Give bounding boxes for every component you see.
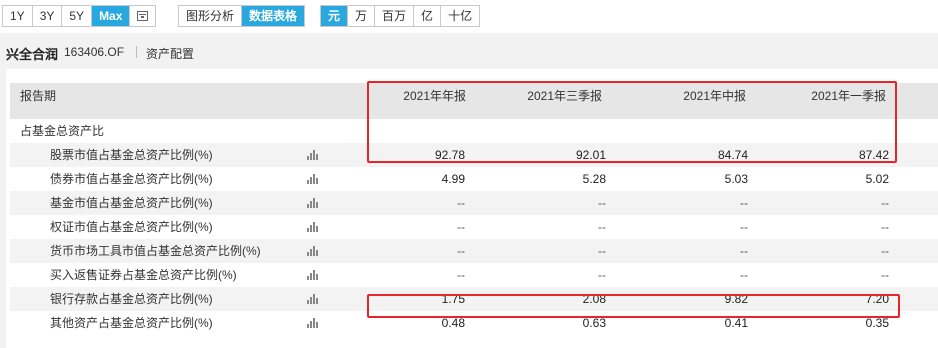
bar-chart-icon[interactable] xyxy=(307,150,318,160)
bar-chart-icon[interactable] xyxy=(307,294,318,304)
page-title: 资产配置 xyxy=(146,47,195,61)
table-cell: 0.48 xyxy=(441,316,465,330)
row-label: 股票市值占基金总资产比例(%) xyxy=(50,148,213,162)
table-cell: 1.75 xyxy=(441,292,465,306)
data-table-tab[interactable]: 数据表格 xyxy=(242,6,305,26)
table-row: 货币市场工具市值占基金总资产比例(%) -- -- -- -- xyxy=(10,239,938,263)
bar-chart-icon[interactable] xyxy=(307,174,318,184)
range-3y-button[interactable]: 3Y xyxy=(33,6,63,26)
row-label: 债券市值占基金总资产比例(%) xyxy=(50,172,213,186)
table-row: 其他资产占基金总资产比例(%) 0.48 0.63 0.41 0.35 xyxy=(10,311,938,335)
table-header: 报告期 2021年年报 2021年三季报 2021年中报 2021年一季报 xyxy=(10,83,938,119)
table-cell: -- xyxy=(457,196,465,210)
table-cell: -- xyxy=(598,268,606,282)
table-cell: -- xyxy=(740,220,748,234)
unit-wan-button[interactable]: 万 xyxy=(348,6,376,26)
view-button-group: 图形分析 数据表格 xyxy=(178,5,306,27)
table-cell: -- xyxy=(598,196,606,210)
column-header-2021-q1[interactable]: 2021年一季报 xyxy=(756,87,886,104)
bar-chart-icon[interactable] xyxy=(307,246,318,256)
table-cell: -- xyxy=(457,244,465,258)
unit-shiyi-button[interactable]: 十亿 xyxy=(441,6,479,26)
column-header-2021-q3[interactable]: 2021年三季报 xyxy=(472,87,602,104)
table-cell: 4.99 xyxy=(441,172,465,186)
range-max-button[interactable]: Max xyxy=(92,6,131,26)
toolbar: 1Y 3Y 5Y Max 图形分析 数据表格 元 万 百万 亿 十亿 xyxy=(0,0,938,33)
table-row: 股票市值占基金总资产比例(%) 92.78 92.01 84.74 87.42 xyxy=(10,143,938,167)
group-row: 占基金总资产比 xyxy=(10,119,938,143)
unit-baiwan-button[interactable]: 百万 xyxy=(375,6,415,26)
table-row: 债券市值占基金总资产比例(%) 4.99 5.28 5.03 5.02 xyxy=(10,167,938,191)
row-label: 货币市场工具市值占基金总资产比例(%) xyxy=(50,244,261,258)
table-cell: 87.42 xyxy=(858,148,889,162)
column-header-2021-midyear[interactable]: 2021年中报 xyxy=(616,87,746,104)
row-label: 基金市值占基金总资产比例(%) xyxy=(50,196,213,210)
table-cell: 92.78 xyxy=(434,148,465,162)
table-cell: 5.02 xyxy=(865,172,889,186)
unit-yi-button[interactable]: 亿 xyxy=(414,6,442,26)
bar-chart-icon[interactable] xyxy=(307,270,318,280)
table-cell: -- xyxy=(457,220,465,234)
unit-button-group: 元 万 百万 亿 十亿 xyxy=(320,5,481,27)
row-label: 买入返售证券占基金总资产比例(%) xyxy=(50,268,237,282)
table-cell: 0.63 xyxy=(582,316,606,330)
table-cell: -- xyxy=(740,196,748,210)
header-period-label: 报告期 xyxy=(20,89,57,103)
range-5y-button[interactable]: 5Y xyxy=(62,6,93,26)
table-cell: -- xyxy=(457,268,465,282)
table-cell: -- xyxy=(881,220,889,234)
fund-name: 兴全合润 xyxy=(6,47,59,62)
table-cell: 5.03 xyxy=(724,172,748,186)
calendar-button[interactable] xyxy=(130,6,155,26)
table-cell: 92.01 xyxy=(575,148,606,162)
table-cell: 84.74 xyxy=(717,148,748,162)
row-label: 银行存款占基金总资产比例(%) xyxy=(50,292,213,306)
table-cell: -- xyxy=(881,268,889,282)
table-cell: 5.28 xyxy=(582,172,606,186)
bar-chart-icon[interactable] xyxy=(307,198,318,208)
bar-chart-icon[interactable] xyxy=(307,222,318,232)
table-cell: -- xyxy=(881,244,889,258)
table-row: 权证市值占基金总资产比例(%) -- -- -- -- xyxy=(10,215,938,239)
row-label: 其他资产占基金总资产比例(%) xyxy=(50,316,213,330)
calendar-icon xyxy=(137,11,149,21)
table-row: 基金市值占基金总资产比例(%) -- -- -- -- xyxy=(10,191,938,215)
column-header-2021-annual[interactable]: 2021年年报 xyxy=(336,87,466,104)
fund-header: 兴全合润 163406.OF 资产配置 xyxy=(0,33,938,69)
bar-chart-icon[interactable] xyxy=(307,318,318,328)
table-row: 银行存款占基金总资产比例(%) 1.75 2.08 9.82 7.20 xyxy=(10,287,938,311)
table-cell: -- xyxy=(740,268,748,282)
chart-analysis-tab[interactable]: 图形分析 xyxy=(179,6,243,26)
data-table-panel: 报告期 2021年年报 2021年三季报 2021年中报 2021年一季报 占基… xyxy=(6,69,938,348)
table-cell: -- xyxy=(881,196,889,210)
table-cell: -- xyxy=(740,244,748,258)
range-1y-button[interactable]: 1Y xyxy=(3,6,33,26)
table-cell: -- xyxy=(598,220,606,234)
table-cell: -- xyxy=(598,244,606,258)
range-button-group: 1Y 3Y 5Y Max xyxy=(2,5,157,27)
unit-yuan-button[interactable]: 元 xyxy=(321,6,349,26)
table-row: 买入返售证券占基金总资产比例(%) -- -- -- -- xyxy=(10,263,938,287)
table-cell: 0.35 xyxy=(865,316,889,330)
table-cell: 0.41 xyxy=(724,316,748,330)
fund-code: 163406.OF xyxy=(64,45,125,59)
row-label: 权证市值占基金总资产比例(%) xyxy=(50,220,213,234)
divider xyxy=(136,46,137,58)
group-label: 占基金总资产比 xyxy=(20,124,105,138)
table-cell: 2.08 xyxy=(582,292,606,306)
table-cell: 9.82 xyxy=(724,292,748,306)
table-cell: 7.20 xyxy=(865,292,889,306)
